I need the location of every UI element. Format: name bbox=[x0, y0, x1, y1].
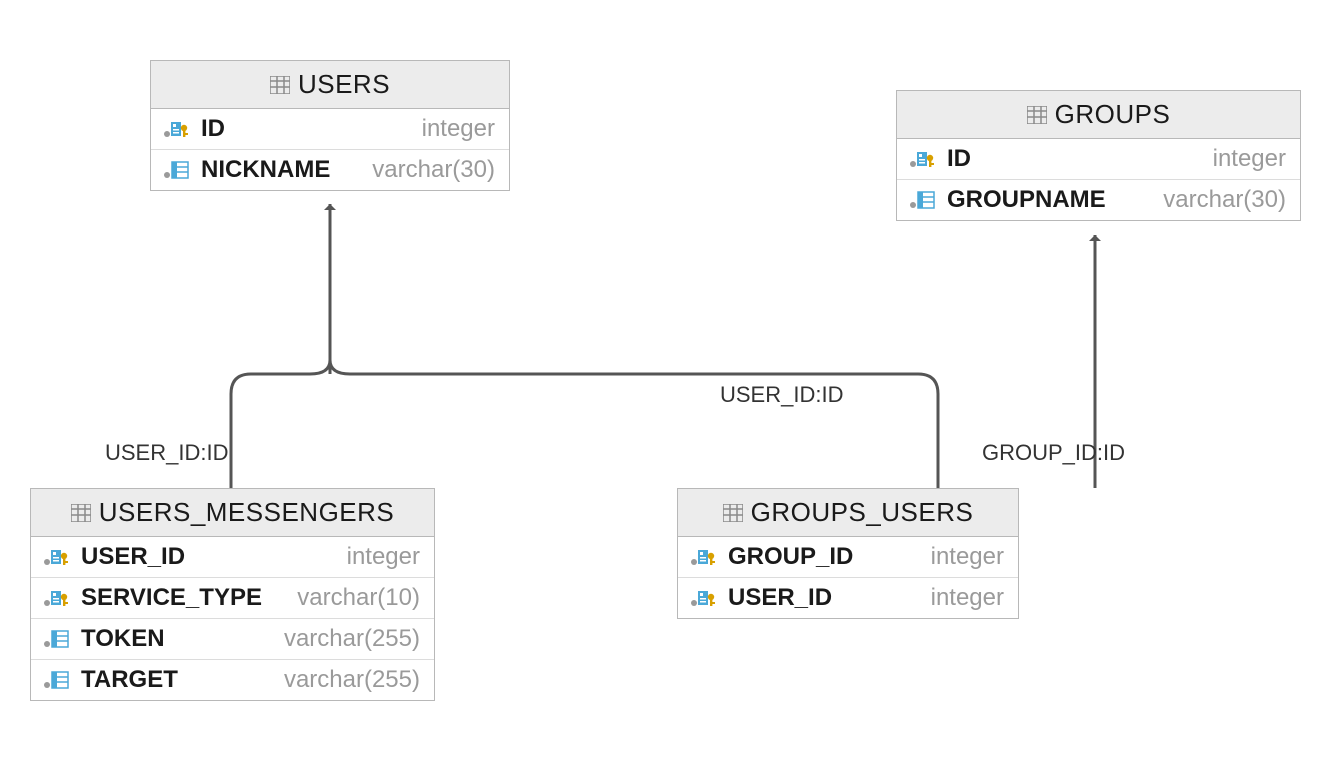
fk-groups-users-to-users bbox=[350, 374, 938, 488]
column-type: integer bbox=[1213, 145, 1286, 173]
table-users-messengers[interactable]: USERS_MESSENGERS USER_ID integer SERVICE… bbox=[30, 488, 435, 701]
table-row[interactable]: USER_ID integer bbox=[678, 578, 1018, 618]
table-row[interactable]: GROUP_ID integer bbox=[678, 537, 1018, 578]
column-name: SERVICE_TYPE bbox=[81, 584, 287, 612]
column-type: varchar(10) bbox=[297, 584, 420, 612]
column-name: ID bbox=[947, 145, 1203, 173]
column-name: TOKEN bbox=[81, 625, 274, 653]
table-users-messengers-title: USERS_MESSENGERS bbox=[99, 497, 395, 528]
primary-key-icon bbox=[688, 547, 718, 567]
column-type: integer bbox=[931, 584, 1004, 612]
table-users-title: USERS bbox=[298, 69, 390, 100]
column-name: NICKNAME bbox=[201, 156, 362, 184]
table-row[interactable]: NICKNAME varchar(30) bbox=[151, 150, 509, 190]
column-icon bbox=[41, 629, 71, 649]
relationship-label-gu-groups: GROUP_ID:ID bbox=[982, 440, 1125, 466]
primary-key-icon bbox=[688, 588, 718, 608]
primary-key-icon bbox=[41, 588, 71, 608]
column-name: USER_ID bbox=[81, 543, 337, 571]
table-users-messengers-header: USERS_MESSENGERS bbox=[31, 489, 434, 537]
column-name: TARGET bbox=[81, 666, 274, 694]
table-users[interactable]: USERS ID integer NICKNAME varchar(30) bbox=[150, 60, 510, 191]
table-row[interactable]: ID integer bbox=[897, 139, 1300, 180]
column-type: integer bbox=[422, 115, 495, 143]
table-groups[interactable]: GROUPS ID integer GROUPNAME varchar(30) bbox=[896, 90, 1301, 221]
table-groups-users-title: GROUPS_USERS bbox=[751, 497, 974, 528]
column-name: USER_ID bbox=[728, 584, 921, 612]
table-icon bbox=[71, 504, 91, 522]
fk-merge-cap bbox=[310, 360, 350, 374]
column-type: varchar(30) bbox=[1163, 186, 1286, 214]
column-icon bbox=[907, 190, 937, 210]
primary-key-icon bbox=[161, 119, 191, 139]
column-icon bbox=[161, 160, 191, 180]
table-icon bbox=[270, 76, 290, 94]
table-row[interactable]: TOKEN varchar(255) bbox=[31, 619, 434, 660]
relationship-label-um-users: USER_ID:ID bbox=[105, 440, 228, 466]
table-users-header: USERS bbox=[151, 61, 509, 109]
table-row[interactable]: USER_ID integer bbox=[31, 537, 434, 578]
table-row[interactable]: SERVICE_TYPE varchar(10) bbox=[31, 578, 434, 619]
er-diagram-canvas: USER_ID:ID USER_ID:ID GROUP_ID:ID USERS … bbox=[0, 0, 1338, 766]
table-icon bbox=[1027, 106, 1047, 124]
column-type: integer bbox=[931, 543, 1004, 571]
column-type: varchar(30) bbox=[372, 156, 495, 184]
column-name: ID bbox=[201, 115, 412, 143]
table-groups-title: GROUPS bbox=[1055, 99, 1171, 130]
table-row[interactable]: ID integer bbox=[151, 109, 509, 150]
table-groups-header: GROUPS bbox=[897, 91, 1300, 139]
column-name: GROUPNAME bbox=[947, 186, 1153, 214]
table-groups-users-header: GROUPS_USERS bbox=[678, 489, 1018, 537]
column-type: varchar(255) bbox=[284, 666, 420, 694]
column-name: GROUP_ID bbox=[728, 543, 921, 571]
table-icon bbox=[723, 504, 743, 522]
primary-key-icon bbox=[907, 149, 937, 169]
fk-users-messengers-to-users bbox=[231, 374, 310, 488]
table-row[interactable]: GROUPNAME varchar(30) bbox=[897, 180, 1300, 220]
table-groups-users[interactable]: GROUPS_USERS GROUP_ID integer USER_ID in… bbox=[677, 488, 1019, 619]
table-row[interactable]: TARGET varchar(255) bbox=[31, 660, 434, 700]
relationship-label-gu-users: USER_ID:ID bbox=[720, 382, 843, 408]
column-type: varchar(255) bbox=[284, 625, 420, 653]
column-type: integer bbox=[347, 543, 420, 571]
primary-key-icon bbox=[41, 547, 71, 567]
column-icon bbox=[41, 670, 71, 690]
